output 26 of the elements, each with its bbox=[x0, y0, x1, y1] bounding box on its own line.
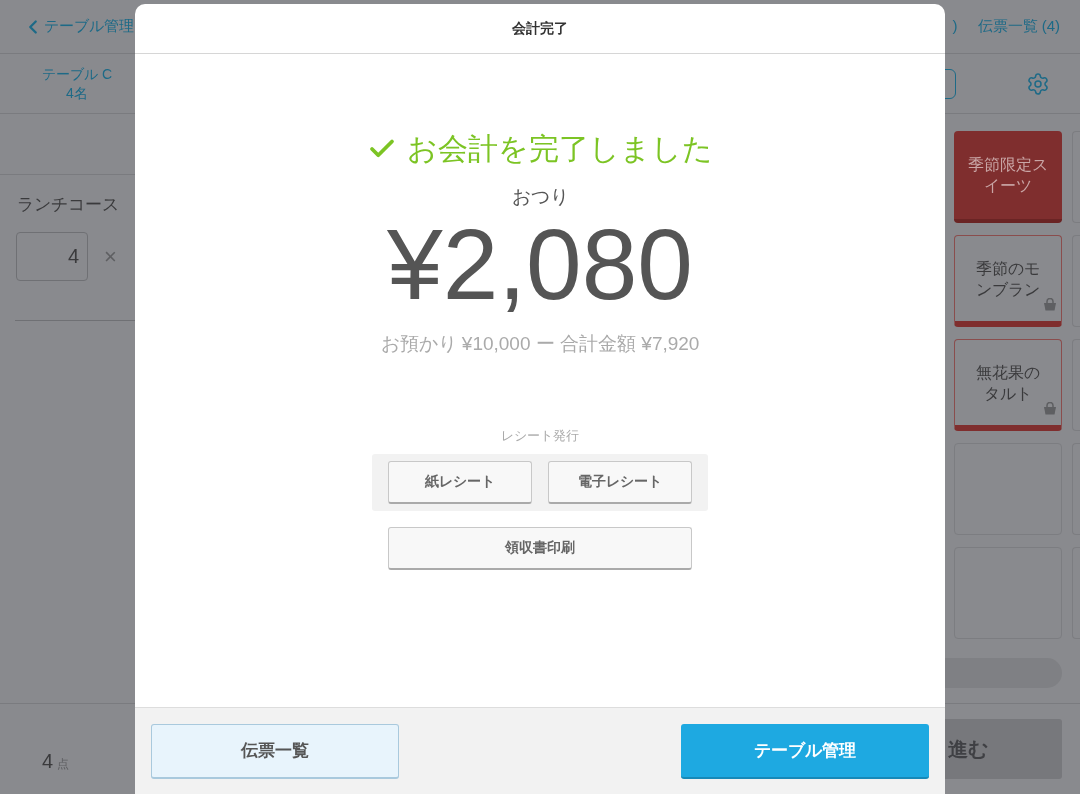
change-label: おつり bbox=[511, 185, 569, 209]
order-item-name: ランチコース bbox=[17, 194, 119, 216]
basket-icon bbox=[1043, 402, 1057, 415]
menu-tile[interactable]: 無花果のタルト bbox=[954, 339, 1062, 431]
print-receipt-button[interactable]: 領収書印刷 bbox=[388, 526, 692, 570]
quantity-field[interactable]: 4 bbox=[16, 231, 88, 281]
payment-summary: お預かり ¥10,000 ー 合計金額 ¥7,920 bbox=[380, 331, 700, 356]
basket-icon bbox=[1043, 298, 1057, 311]
slips-button[interactable]: 伝票一覧 bbox=[151, 724, 399, 779]
success-message: お会計を完了しました bbox=[407, 131, 713, 167]
item-count: 4 bbox=[42, 749, 54, 774]
settings-icon bbox=[1026, 71, 1050, 96]
receipt-button[interactable]: 電子レシート bbox=[548, 460, 692, 504]
table-name: テーブル C bbox=[42, 64, 112, 84]
slips-link[interactable]: 伝票一覧 (4) bbox=[977, 15, 1060, 38]
back-link[interactable]: テーブル管理 bbox=[22, 15, 134, 38]
change-amount: ¥2,080 bbox=[387, 211, 693, 316]
dialog-title: 会計完了 bbox=[512, 19, 568, 38]
header-text: ) bbox=[952, 16, 958, 37]
times-sign: × bbox=[104, 242, 117, 271]
table-management-button[interactable]: テーブル管理 bbox=[681, 724, 929, 779]
menu-tile[interactable]: 季節のモンブラン bbox=[954, 235, 1062, 327]
receipt-button[interactable]: 紙レシート bbox=[388, 460, 532, 504]
guest-count: 4名 bbox=[66, 83, 88, 103]
category-tile[interactable]: 季節限定スイーツ bbox=[954, 131, 1062, 223]
receipt-label: レシート発行 bbox=[501, 427, 579, 445]
